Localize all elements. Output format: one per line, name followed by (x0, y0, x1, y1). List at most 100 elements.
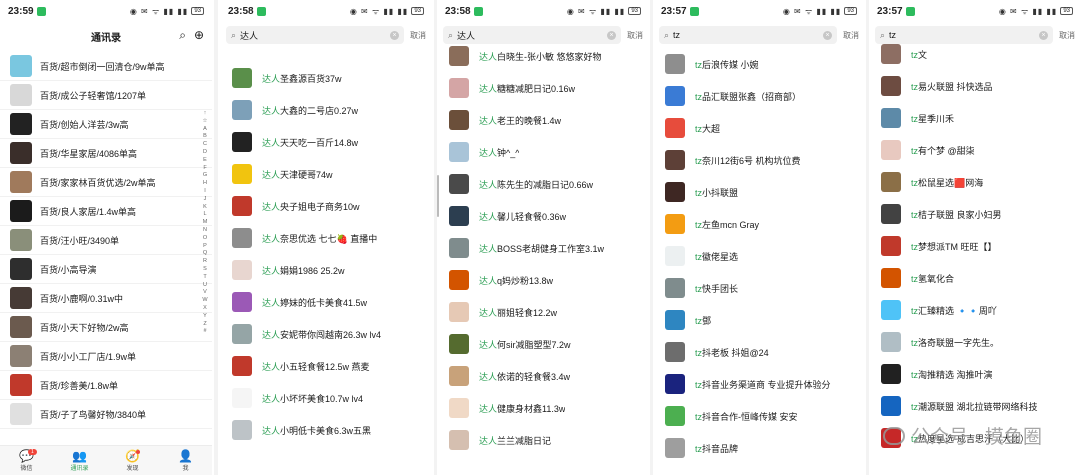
search-result-row[interactable]: tz后浪传媒 小婉 (653, 48, 865, 80)
search-result-row[interactable]: tz快手团长 (653, 272, 865, 304)
search-result-row[interactable]: tz左鱼mcn Gray (653, 208, 865, 240)
search-result-row[interactable]: tz徽佬星选 (653, 240, 865, 272)
alphabet-letter[interactable]: K (203, 204, 207, 212)
alphabet-letter[interactable]: M (203, 219, 208, 227)
alphabet-letter[interactable]: R (203, 258, 207, 266)
search-result-row[interactable]: tz鄧 (653, 304, 865, 336)
search-result-row[interactable]: 达人央子姐电子商务10w (220, 190, 432, 222)
search-result-row[interactable]: 达人老王的晚餐1.4w (437, 104, 649, 136)
alphabet-letter[interactable]: ☆ (203, 118, 208, 126)
contact-row[interactable]: 百货/小鹿啊/0.31w中 (0, 284, 212, 313)
search-result-row[interactable]: tz品汇联盟张鑫（招商部） (653, 80, 865, 112)
contact-row[interactable]: 百货/家家林百货优选/2w单高 (0, 168, 212, 197)
alphabet-letter[interactable]: Y (203, 313, 207, 321)
search-result-row[interactable]: 达人白晓生-张小敏 悠悠家好物 (437, 40, 649, 72)
search-result-row[interactable]: 达人糖糖减肥日记0.16w (437, 72, 649, 104)
search-result-row[interactable]: tz梦想派TM 旺旺【】 (869, 230, 1080, 262)
contact-row[interactable]: 百货/小高导演 (0, 255, 212, 284)
alphabet-letter[interactable]: H (203, 180, 207, 188)
search-result-row[interactable]: tz桔子联盟 良家小妇男 (869, 198, 1080, 230)
contact-row[interactable]: 百货/成公子轻奢馆/1207单 (0, 81, 212, 110)
search-result-row[interactable]: tz文 (869, 38, 1080, 70)
search-result-row[interactable]: tz抖音品牌 (653, 432, 865, 464)
search-result-row[interactable]: tz淘推精选 淘推叶演 (869, 358, 1080, 390)
search-result-row[interactable]: tz抖老板 抖姐@24 (653, 336, 865, 368)
search-result-row[interactable]: 达人陈先生的减脂日记0.66w (437, 168, 649, 200)
alphabet-letter[interactable]: E (203, 157, 207, 165)
alphabet-letter[interactable]: B (203, 133, 207, 141)
search-result-row[interactable]: 达人q妈炒粉13.8w (437, 264, 649, 296)
search-result-row[interactable]: 达人兰兰减脂日记 (437, 424, 649, 456)
contact-row[interactable]: 百货/子了鸟馨好物/3840单 (0, 400, 212, 429)
search-result-row[interactable]: tz有个梦 @甜柒 (869, 134, 1080, 166)
search-result-row[interactable]: 达人圣鑫源百货37w (220, 62, 432, 94)
contact-row[interactable]: 百货/汪小旺/3490单 (0, 226, 212, 255)
search-result-row[interactable]: 达人何sir减脂塑型7.2w (437, 328, 649, 360)
alphabet-letter[interactable]: Q (203, 250, 207, 258)
search-result-row[interactable]: 达人钟^_^ (437, 136, 649, 168)
search-result-row[interactable]: tz松鼠星选🟥网海 (869, 166, 1080, 198)
search-result-row[interactable]: 达人小五轻食餐12.5w 燕麦 (220, 350, 432, 382)
search-input[interactable]: ⌕ tz × (659, 26, 837, 44)
alphabet-letter[interactable]: L (203, 211, 206, 219)
search-result-row[interactable]: tz洛奇联盟一字先生。 (869, 326, 1080, 358)
search-input[interactable]: ⌕ 达人 × (226, 26, 404, 44)
search-result-row[interactable]: 达人奈思优选 七七🍓 直播中 (220, 222, 432, 254)
contact-row[interactable]: 百货/小小工厂店/1.9w单 (0, 342, 212, 371)
search-result-row[interactable]: 达人馨儿轻食餐0.36w (437, 200, 649, 232)
search-result-row[interactable]: 达人健康身材鑫11.3w (437, 392, 649, 424)
search-result-row[interactable]: 达人娟娟1986 25.2w (220, 254, 432, 286)
search-result-row[interactable]: 达人大鑫的二号店0.27w (220, 94, 432, 126)
alphabet-letter[interactable]: Z (203, 321, 206, 329)
contact-row[interactable]: 百货/超市倒闭一回清仓/9w单高 (0, 52, 212, 81)
search-result-row[interactable]: tz大超 (653, 112, 865, 144)
tab-discover[interactable]: 🧭 发现 (106, 446, 159, 475)
search-result-row[interactable]: tz氢氧化合 (869, 262, 1080, 294)
search-result-row[interactable]: 达人BOSS老胡健身工作室3.1w (437, 232, 649, 264)
alphabet-letter[interactable]: O (203, 235, 207, 243)
tab-wechat[interactable]: 💬 1 微信 (0, 446, 53, 475)
search-result-row[interactable]: 达人安妮带你闯越南26.3w lv4 (220, 318, 432, 350)
tab-me[interactable]: 👤 我 (159, 446, 212, 475)
alphabet-letter[interactable]: S (203, 266, 207, 274)
search-result-row[interactable]: tz易火联盟 抖快选品 (869, 70, 1080, 102)
search-result-row[interactable]: tz潮源联盟 湖北拉链带网络科技 (869, 390, 1080, 422)
alphabet-letter[interactable]: A (203, 126, 207, 134)
search-result-row[interactable]: tz汇臻精选 🔹🔹周吖 (869, 294, 1080, 326)
contact-row[interactable]: 百货/良人家居/1.4w单高 (0, 197, 212, 226)
contact-row[interactable]: 百货/华星家居/4086单高 (0, 139, 212, 168)
search-result-row[interactable]: tz抖音业务渠道商 专业提升体验分 (653, 368, 865, 400)
add-icon[interactable]: ⊕ (194, 28, 204, 43)
alphabet-letter[interactable]: # (203, 328, 206, 336)
cancel-button[interactable]: 取消 (843, 30, 859, 41)
search-result-row[interactable]: tz小抖联盟 (653, 176, 865, 208)
search-result-row[interactable]: 达人天天吃一百斤14.8w (220, 126, 432, 158)
search-result-row[interactable]: tz星季川禾 (869, 102, 1080, 134)
search-icon[interactable]: ⌕ (179, 28, 186, 43)
cancel-button[interactable]: 取消 (410, 30, 426, 41)
alphabet-letter[interactable]: I (204, 188, 206, 196)
clear-icon[interactable]: × (823, 30, 832, 40)
tab-contacts[interactable]: 👥 通讯录 (53, 446, 106, 475)
clear-icon[interactable]: × (390, 30, 399, 40)
alphabet-letter[interactable]: C (203, 141, 207, 149)
search-result-row[interactable]: 达人小坏坏美食10.7w lv4 (220, 382, 432, 414)
alphabet-letter[interactable]: J (204, 196, 207, 204)
search-result-row[interactable]: 达人小明低卡美食6.3w五黑 (220, 414, 432, 446)
search-result-row[interactable]: tz抖音合作-恒峰传媒 安安 (653, 400, 865, 432)
alphabet-index[interactable]: ↑ ☆ A B C D E F G H I J K L M N O P Q R S T U V W X Y Z # (201, 110, 209, 336)
alphabet-letter[interactable]: U (203, 282, 207, 290)
alphabet-letter[interactable]: D (203, 149, 207, 157)
alphabet-letter[interactable]: ↑ (204, 110, 207, 118)
alphabet-letter[interactable]: G (203, 172, 207, 180)
alphabet-letter[interactable]: X (203, 305, 207, 313)
search-result-row[interactable]: 达人依诺的轻食餐3.4w (437, 360, 649, 392)
contact-row[interactable]: 百货/珍善美/1.8w单 (0, 371, 212, 400)
search-result-row[interactable]: 达人婷妹的低卡美食41.5w (220, 286, 432, 318)
alphabet-letter[interactable]: F (203, 165, 206, 173)
search-result-row[interactable]: tz奈川12街6号 机构坑位费 (653, 144, 865, 176)
scrollbar[interactable] (437, 175, 439, 217)
alphabet-letter[interactable]: T (203, 274, 206, 282)
alphabet-letter[interactable]: P (203, 243, 207, 251)
search-result-row[interactable]: 达人丽姐轻食12.2w (437, 296, 649, 328)
